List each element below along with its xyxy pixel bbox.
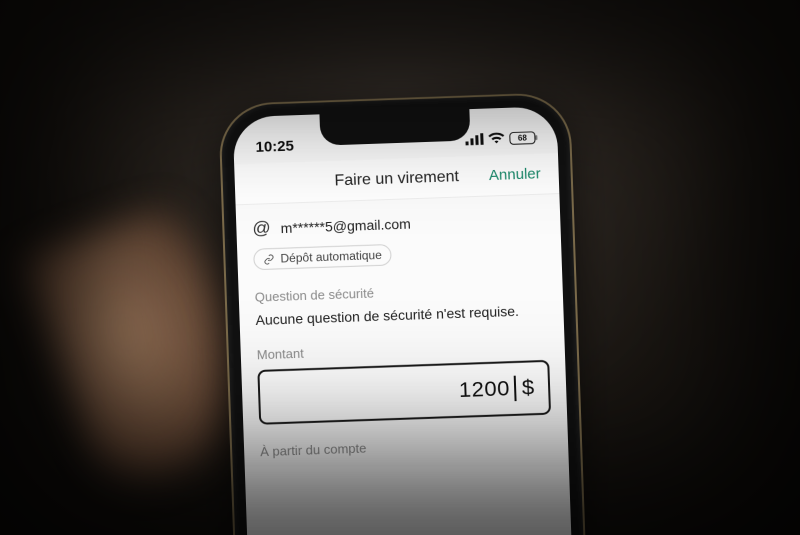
notch bbox=[319, 109, 470, 146]
autodeposit-label: Dépôt automatique bbox=[280, 248, 382, 265]
battery-level: 68 bbox=[518, 133, 527, 142]
status-time: 10:25 bbox=[255, 137, 294, 155]
recipient-row[interactable]: @ m******5@gmail.com bbox=[252, 208, 545, 248]
cellular-icon bbox=[465, 133, 483, 145]
amount-input[interactable]: 1200 $ bbox=[257, 360, 551, 425]
phone-frame: 10:25 68 Faire un virement Annuler @ m**… bbox=[220, 94, 593, 535]
amount-label: Montant bbox=[257, 337, 549, 362]
phone-screen: 10:25 68 Faire un virement Annuler @ m**… bbox=[233, 106, 581, 535]
page-title: Faire un virement bbox=[334, 168, 459, 190]
security-text: Aucune question de sécurité n'est requis… bbox=[255, 302, 547, 328]
autodeposit-badge: Dépôt automatique bbox=[253, 244, 392, 270]
from-account-label: À partir du compte bbox=[260, 434, 552, 459]
battery-icon: 68 bbox=[509, 131, 535, 145]
status-right: 68 bbox=[465, 131, 535, 146]
amount-currency: $ bbox=[521, 375, 534, 401]
recipient-email: m******5@gmail.com bbox=[280, 215, 411, 235]
amount-value: 1200 bbox=[459, 376, 511, 403]
wifi-icon bbox=[488, 132, 504, 144]
at-icon: @ bbox=[252, 218, 271, 239]
cancel-button[interactable]: Annuler bbox=[489, 165, 541, 183]
link-icon bbox=[263, 253, 274, 264]
security-label: Question de sécurité bbox=[255, 280, 547, 305]
